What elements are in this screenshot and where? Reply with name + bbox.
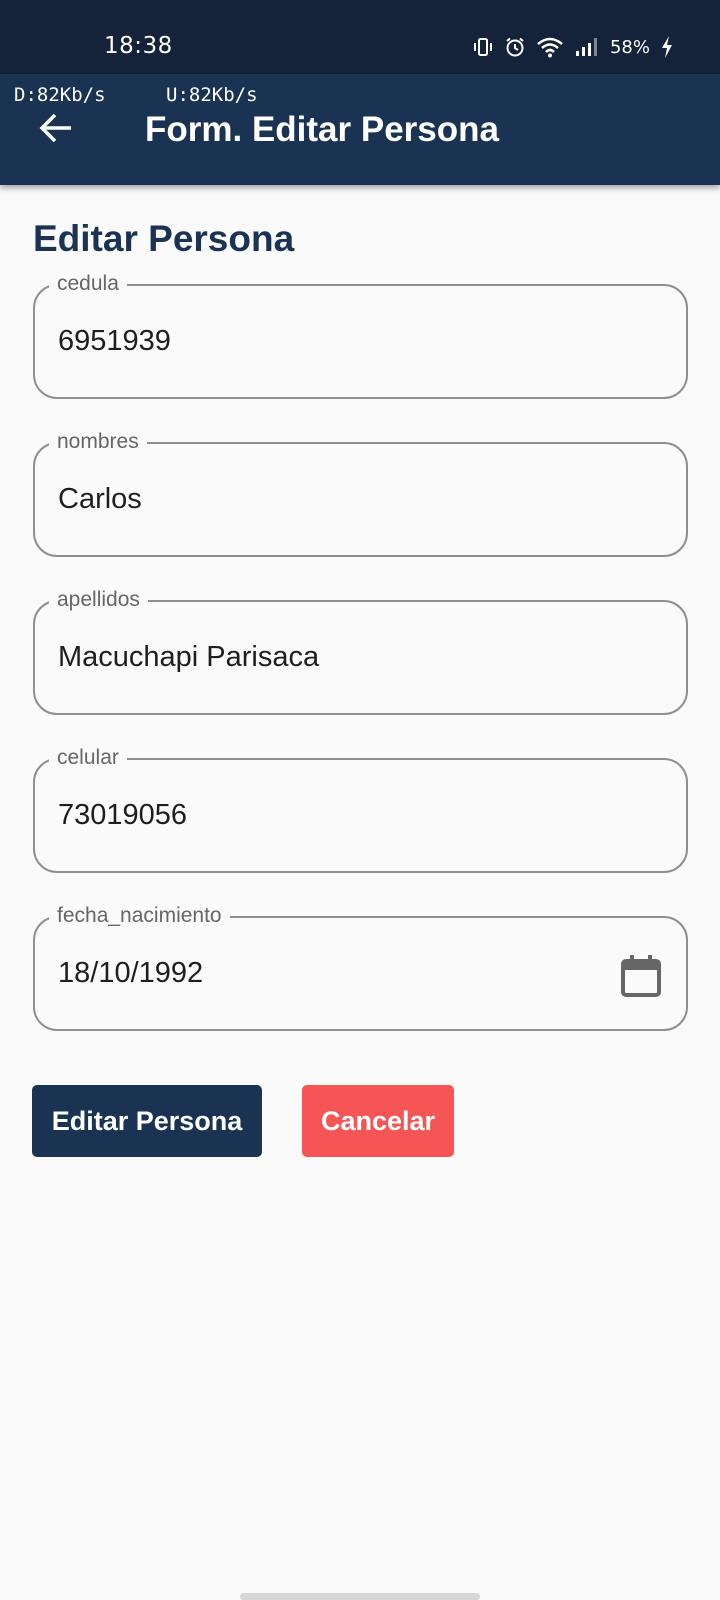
arrow-left-icon <box>38 112 74 148</box>
upload-speed: U:82Kb/s <box>166 84 258 106</box>
page-title: Editar Persona <box>33 218 295 259</box>
wifi-icon <box>536 36 564 58</box>
celular-value[interactable]: 73019056 <box>58 798 187 832</box>
download-speed: D:82Kb/s <box>14 84 106 106</box>
apellidos-label: apellidos <box>49 586 148 614</box>
vibrate-icon <box>472 36 494 58</box>
fecha-nacimiento-label: fecha_nacimiento <box>49 902 230 930</box>
cedula-label: cedula <box>49 270 127 298</box>
app-bar: D:82Kb/s U:82Kb/s Form. Editar Persona <box>0 74 720 185</box>
signal-icon <box>574 36 598 58</box>
celular-field[interactable]: celular 73019056 <box>33 744 688 873</box>
cedula-value[interactable]: 6951939 <box>58 324 171 358</box>
apellidos-field[interactable]: apellidos Macuchapi Parisaca <box>33 586 688 715</box>
app-bar-title: Form. Editar Persona <box>145 110 499 149</box>
screen: 18:38 58% D:82Kb/s U:82Kb/s Form. Editar… <box>0 0 720 1600</box>
cedula-field[interactable]: cedula 6951939 <box>33 270 688 399</box>
apellidos-value[interactable]: Macuchapi Parisaca <box>58 640 319 674</box>
nombres-value[interactable]: Carlos <box>58 482 142 516</box>
charging-bolt-icon <box>660 35 674 59</box>
alarm-icon <box>504 36 526 58</box>
status-bar: 18:38 58% <box>0 0 720 74</box>
status-time: 18:38 <box>104 33 173 59</box>
battery-percent: 58% <box>609 36 650 58</box>
back-button[interactable] <box>36 110 76 150</box>
fecha-nacimiento-value[interactable]: 18/10/1992 <box>58 956 203 990</box>
edit-persona-button[interactable]: Editar Persona <box>32 1085 262 1157</box>
nombres-field[interactable]: nombres Carlos <box>33 428 688 557</box>
cancel-button[interactable]: Cancelar <box>302 1085 454 1157</box>
calendar-icon[interactable] <box>620 954 662 998</box>
celular-label: celular <box>49 744 127 772</box>
fecha-nacimiento-field[interactable]: fecha_nacimiento 18/10/1992 <box>33 902 688 1031</box>
home-indicator[interactable] <box>240 1593 480 1600</box>
status-icons: 58% <box>472 34 674 60</box>
nombres-label: nombres <box>49 428 147 456</box>
